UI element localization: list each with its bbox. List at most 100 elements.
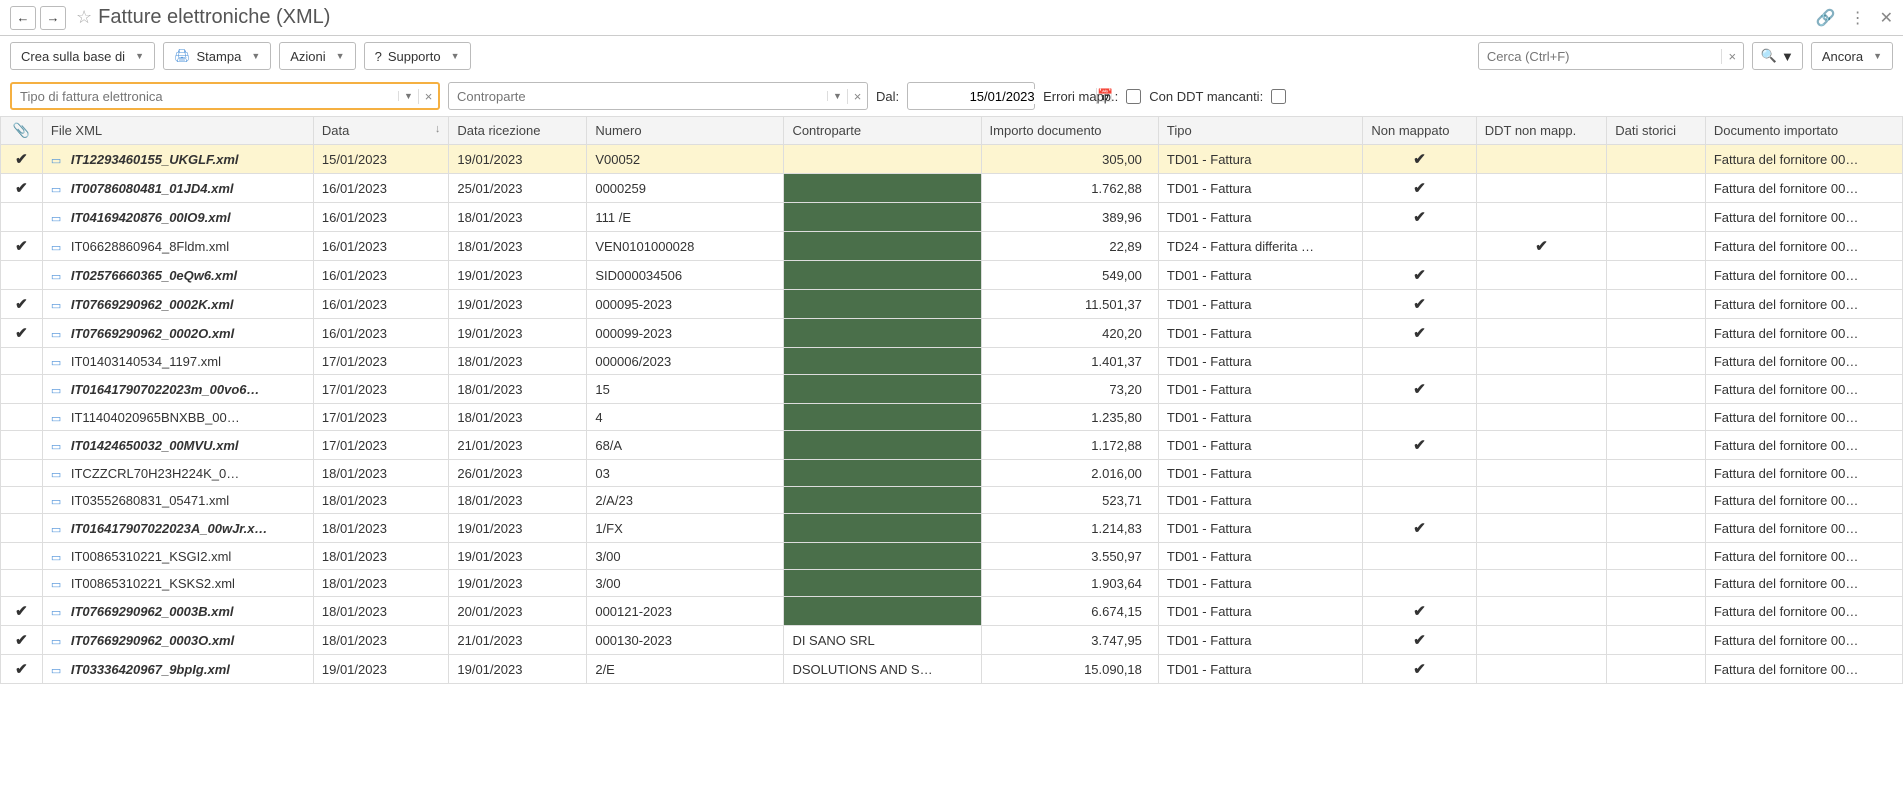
cell-file[interactable]: ▭IT12293460155_UKGLF.xml (42, 145, 313, 174)
kebab-icon[interactable]: ⋮ (1850, 8, 1866, 28)
cell-data: 16/01/2023 (313, 319, 449, 348)
table-row[interactable]: ✔▭IT07669290962_0002K.xml16/01/202319/01… (1, 290, 1903, 319)
cell-docimport: Fattura del fornitore 00… (1705, 655, 1902, 684)
table-row[interactable]: ▭IT02576660365_0eQw6.xml16/01/202319/01/… (1, 261, 1903, 290)
check-icon: ✔ (1413, 151, 1426, 168)
cell-tipo: TD01 - Fattura (1158, 460, 1362, 487)
cell-file[interactable]: ▭IT02576660365_0eQw6.xml (42, 261, 313, 290)
cell-file[interactable]: ▭IT01424650032_00MVU.xml (42, 431, 313, 460)
table-row[interactable]: ▭ITCZZCRL70H23H224K_0…18/01/202326/01/20… (1, 460, 1903, 487)
search-input[interactable] (1479, 49, 1721, 64)
column-file[interactable]: File XML (42, 117, 313, 145)
forward-button[interactable]: → (40, 6, 66, 30)
table-row[interactable]: ✔▭IT12293460155_UKGLF.xml15/01/202319/01… (1, 145, 1903, 174)
link-icon[interactable]: 🔗 (1816, 8, 1836, 28)
search-box[interactable]: × (1478, 42, 1744, 70)
table-row[interactable]: ▭IT11404020965BNXBB_00…17/01/202318/01/2… (1, 404, 1903, 431)
table-row[interactable]: ▭IT04169420876_00IO9.xml16/01/202318/01/… (1, 203, 1903, 232)
cell-file[interactable]: ▭IT00865310221_KSKS2.xml (42, 570, 313, 597)
table-row[interactable]: ✔▭IT03336420967_9bpIg.xml19/01/202319/01… (1, 655, 1903, 684)
chevron-down-icon[interactable]: ▼ (398, 91, 418, 101)
star-icon[interactable]: ☆ (76, 7, 92, 28)
column-ricezione[interactable]: Data ricezione (449, 117, 587, 145)
clear-icon[interactable]: × (418, 89, 438, 104)
mapping-errors-checkbox[interactable] (1126, 89, 1141, 104)
table-row[interactable]: ✔▭IT06628860964_8Fldm.xml16/01/202318/01… (1, 232, 1903, 261)
more-button[interactable]: Ancora ▼ (1811, 42, 1893, 70)
cell-file[interactable]: ▭IT11404020965BNXBB_00… (42, 404, 313, 431)
cell-file[interactable]: ▭IT07669290962_0002K.xml (42, 290, 313, 319)
cell-file[interactable]: ▭IT016417907022023m_00vo6… (42, 375, 313, 404)
table-row[interactable]: ▭IT00865310221_KSKS2.xml18/01/202319/01/… (1, 570, 1903, 597)
table-row[interactable]: ▭IT01403140534_1197.xml17/01/202318/01/2… (1, 348, 1903, 375)
cell-file[interactable]: ▭IT016417907022023A_00wJr.x… (42, 514, 313, 543)
column-ddtnonmapp[interactable]: DDT non mapp. (1476, 117, 1607, 145)
cell-datistorici (1607, 597, 1706, 626)
table-row[interactable]: ▭IT016417907022023m_00vo6…17/01/202318/0… (1, 375, 1903, 404)
cell-ricezione: 25/01/2023 (449, 174, 587, 203)
cell-file[interactable]: ▭IT03336420967_9bpIg.xml (42, 655, 313, 684)
back-button[interactable]: ← (10, 6, 36, 30)
cell-file[interactable]: ▭IT03552680831_05471.xml (42, 487, 313, 514)
cell-ricezione: 19/01/2023 (449, 261, 587, 290)
cell-file[interactable]: ▭IT07669290962_0003B.xml (42, 597, 313, 626)
create-based-on-button[interactable]: Crea sulla base di ▼ (10, 42, 155, 70)
column-data[interactable]: Data↓ (313, 117, 449, 145)
cell-numero: 4 (587, 404, 784, 431)
cell-file[interactable]: ▭ITCZZCRL70H23H224K_0… (42, 460, 313, 487)
cell-file[interactable]: ▭IT07669290962_0003O.xml (42, 626, 313, 655)
actions-button[interactable]: Azioni ▼ (279, 42, 355, 70)
xml-file-icon: ▭ (51, 664, 65, 677)
check-icon: ✔ (15, 661, 28, 678)
cell-nonmapp: ✔ (1363, 174, 1476, 203)
clear-icon[interactable]: × (1721, 49, 1743, 64)
counterparty-filter[interactable]: ▼ × (448, 82, 868, 110)
row-check-cell (1, 404, 43, 431)
invoice-type-filter[interactable]: ▼ × (10, 82, 440, 110)
table-row[interactable]: ✔▭IT07669290962_0002O.xml16/01/202319/01… (1, 319, 1903, 348)
column-docimport[interactable]: Documento importato (1705, 117, 1902, 145)
row-check-cell: ✔ (1, 655, 43, 684)
search-action-button[interactable]: 🔍 ▼ (1752, 42, 1803, 70)
cell-datistorici (1607, 203, 1706, 232)
column-datistorici[interactable]: Dati storici (1607, 117, 1706, 145)
column-controparte[interactable]: Controparte (784, 117, 981, 145)
cell-file[interactable]: ▭IT04169420876_00IO9.xml (42, 203, 313, 232)
data-grid[interactable]: 📎 File XML Data↓ Data ricezione Numero C… (0, 116, 1903, 802)
support-label: Supporto (388, 49, 441, 64)
column-nonmapp[interactable]: Non mappato (1363, 117, 1476, 145)
table-row[interactable]: ▭IT03552680831_05471.xml18/01/202318/01/… (1, 487, 1903, 514)
cell-file[interactable]: ▭IT00786080481_01JD4.xml (42, 174, 313, 203)
cell-file[interactable]: ▭IT07669290962_0002O.xml (42, 319, 313, 348)
table-row[interactable]: ✔▭IT00786080481_01JD4.xml16/01/202325/01… (1, 174, 1903, 203)
column-numero[interactable]: Numero (587, 117, 784, 145)
table-row[interactable]: ✔▭IT07669290962_0003B.xml18/01/202320/01… (1, 597, 1903, 626)
table-row[interactable]: ▭IT016417907022023A_00wJr.x…18/01/202319… (1, 514, 1903, 543)
invoice-type-input[interactable] (12, 89, 398, 104)
from-date-field[interactable]: 📅 (907, 82, 1035, 110)
column-attachments[interactable]: 📎 (1, 117, 43, 145)
cell-ddt (1476, 319, 1607, 348)
missing-ddt-checkbox[interactable] (1271, 89, 1286, 104)
cell-file[interactable]: ▭IT06628860964_8Fldm.xml (42, 232, 313, 261)
clear-icon[interactable]: × (847, 89, 867, 104)
cell-numero: 111 /E (587, 203, 784, 232)
cell-datistorici (1607, 348, 1706, 375)
table-row[interactable]: ▭IT01424650032_00MVU.xml17/01/202321/01/… (1, 431, 1903, 460)
table-row[interactable]: ✔▭IT07669290962_0003O.xml18/01/202321/01… (1, 626, 1903, 655)
file-name: IT00786080481_01JD4.xml (71, 181, 234, 196)
cell-tipo: TD01 - Fattura (1158, 319, 1362, 348)
cell-file[interactable]: ▭IT01403140534_1197.xml (42, 348, 313, 375)
from-date-label: Dal: (876, 89, 899, 104)
chevron-down-icon[interactable]: ▼ (827, 91, 847, 101)
column-importo[interactable]: Importo documento (981, 117, 1158, 145)
close-icon[interactable]: ✕ (1880, 8, 1893, 28)
table-row[interactable]: ▭IT00865310221_KSGI2.xml18/01/202319/01/… (1, 543, 1903, 570)
column-header-row: 📎 File XML Data↓ Data ricezione Numero C… (1, 117, 1903, 145)
column-tipo[interactable]: Tipo (1158, 117, 1362, 145)
print-button[interactable]: 🖨 Stampa ▼ (163, 42, 271, 70)
cell-controparte (784, 232, 981, 261)
cell-file[interactable]: ▭IT00865310221_KSGI2.xml (42, 543, 313, 570)
counterparty-input[interactable] (449, 89, 827, 104)
support-button[interactable]: ? Supporto ▼ (364, 42, 471, 70)
